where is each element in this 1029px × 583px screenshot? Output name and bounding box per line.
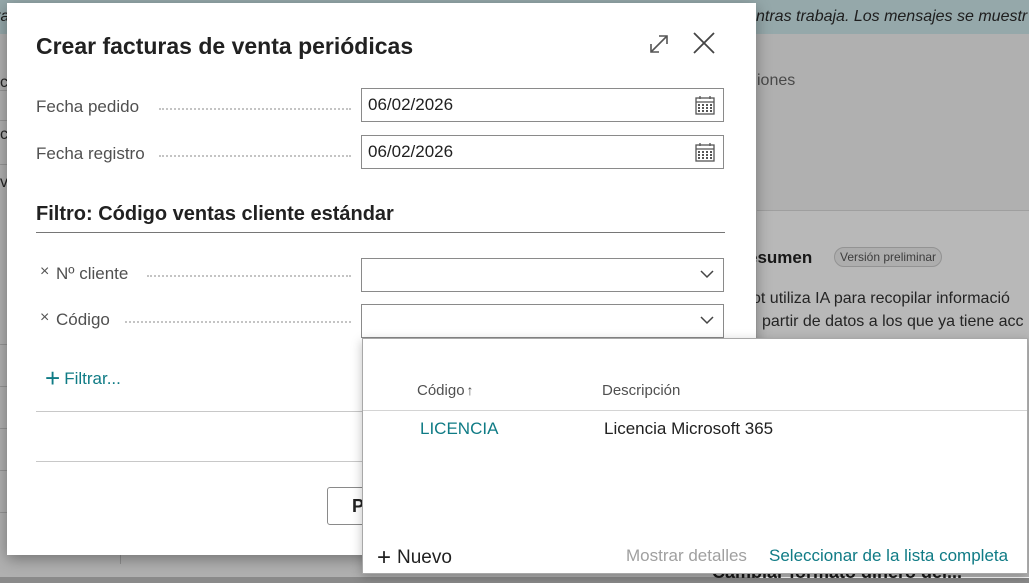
dialog-title: Crear facturas de venta periódicas <box>36 33 414 59</box>
dotted-leader <box>159 108 351 110</box>
remove-filter-icon[interactable]: × <box>40 263 49 281</box>
select-full-list-link[interactable]: Seleccionar de la lista completa <box>769 546 1008 566</box>
expand-icon[interactable] <box>647 32 671 56</box>
show-details-button[interactable]: Mostrar detalles <box>626 546 747 566</box>
row-code-link[interactable]: LICENCIA <box>420 419 498 439</box>
new-button-label: Nuevo <box>397 547 452 568</box>
codigo-lookup-dropdown: Código ↑ Descripción LICENCIA Licencia Mi… <box>362 338 1028 574</box>
dotted-leader <box>125 321 351 323</box>
add-filter-link[interactable]: + Filtrar... <box>45 363 121 394</box>
table-row[interactable]: LICENCIA Licencia Microsoft 365 <box>363 413 1027 447</box>
fecha-pedido-field[interactable]: 06/02/2026 <box>361 88 724 122</box>
codigo-filter-select[interactable] <box>361 304 724 338</box>
fecha-pedido-label: Fecha pedido <box>36 97 140 116</box>
calendar-icon[interactable] <box>695 143 715 162</box>
dotted-leader <box>147 275 351 277</box>
column-header-code[interactable]: Código ↑ <box>417 382 474 399</box>
section-divider <box>36 232 725 233</box>
column-header-code-label: Código <box>417 382 465 399</box>
fecha-pedido-value: 06/02/2026 <box>368 95 454 114</box>
plus-icon: + <box>377 544 392 571</box>
chevron-down-icon <box>700 270 714 279</box>
add-filter-label: Filtrar... <box>64 369 121 388</box>
codigo-filter-label: Código <box>56 310 110 329</box>
cliente-filter-select[interactable] <box>361 258 724 292</box>
row-description: Licencia Microsoft 365 <box>604 419 774 438</box>
sort-arrow-icon: ↑ <box>466 382 474 398</box>
remove-filter-icon[interactable]: × <box>40 309 49 327</box>
new-button[interactable]: + Nuevo <box>377 544 452 572</box>
fecha-registro-label: Fecha registro <box>36 144 145 163</box>
column-header-description[interactable]: Descripción <box>602 382 680 399</box>
fecha-registro-value: 06/02/2026 <box>368 142 454 161</box>
header-divider <box>363 410 1027 411</box>
calendar-icon[interactable] <box>695 96 715 115</box>
cliente-filter-label: Nº cliente <box>56 264 129 283</box>
divider <box>36 461 390 462</box>
chevron-down-icon <box>700 316 714 325</box>
close-icon[interactable] <box>691 30 717 56</box>
dotted-leader <box>159 155 351 157</box>
fecha-registro-field[interactable]: 06/02/2026 <box>361 135 724 169</box>
plus-icon: + <box>45 363 61 393</box>
divider <box>36 411 390 412</box>
filter-section-heading: Filtro: Código ventas cliente estándar <box>36 203 394 225</box>
